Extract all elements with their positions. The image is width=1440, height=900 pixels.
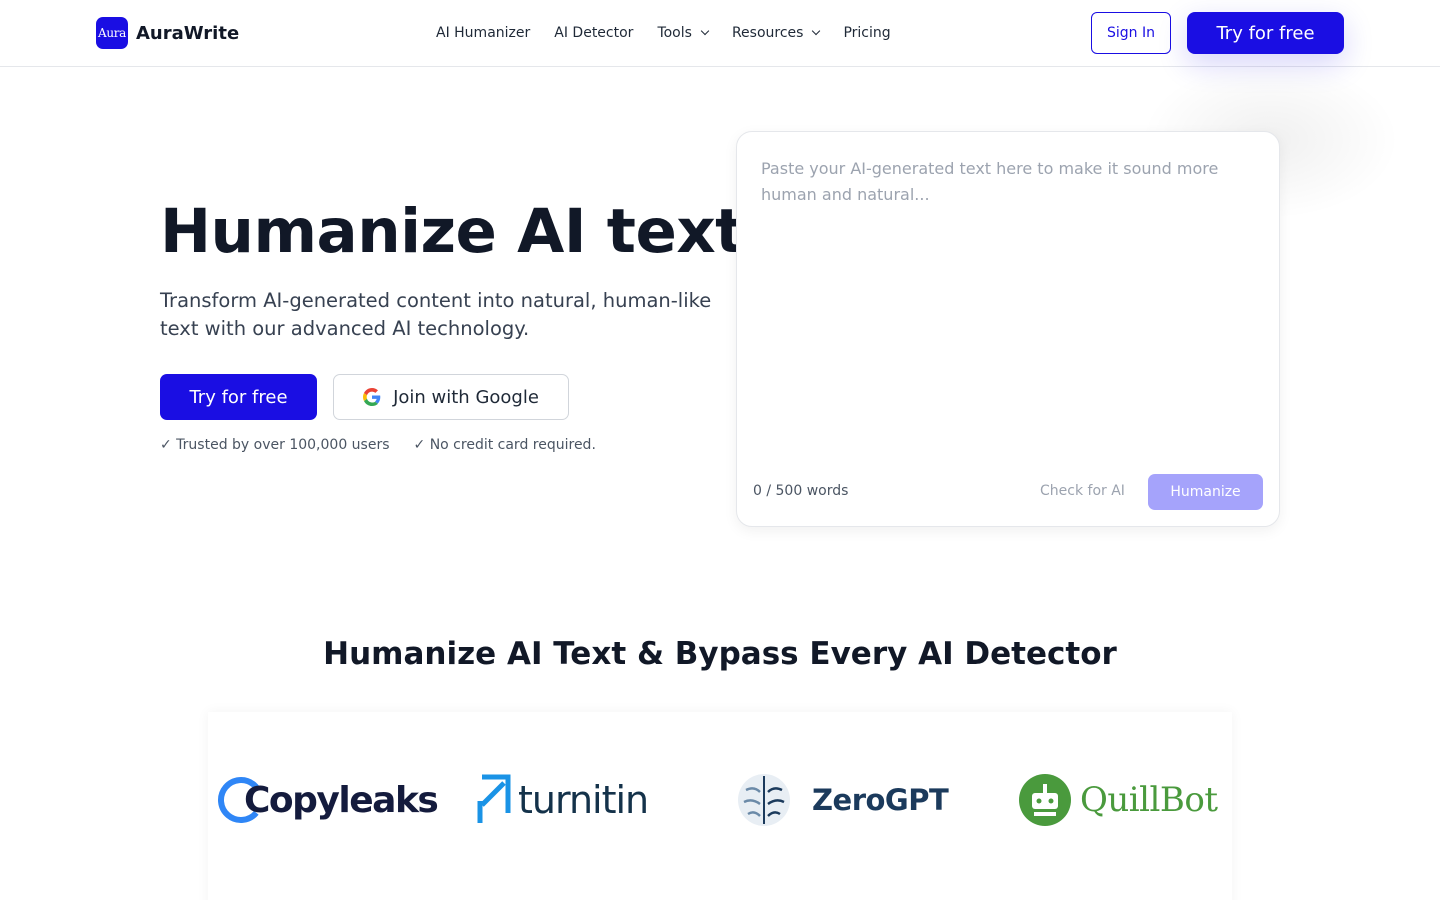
zerogpt-logo: ZeroGPT [736, 765, 949, 835]
turnitin-logo: turnitin [476, 765, 649, 835]
google-icon [363, 388, 381, 406]
brand-logo-mark: Aura [96, 17, 128, 49]
quillbot-logo: QuillBot [1018, 765, 1218, 835]
turnitin-wordmark: turnitin [518, 778, 649, 822]
word-count: 0 / 500 words [753, 483, 849, 499]
chevron-down-icon [700, 26, 710, 36]
turnitin-icon [477, 774, 511, 823]
nav-label: Resources [731, 25, 804, 41]
brand-name: AuraWrite [136, 22, 240, 44]
ai-text-input[interactable] [749, 144, 1267, 460]
sign-in-button[interactable]: Sign In [1091, 12, 1171, 54]
trust-badges: ✓ Trusted by over 100,000 users ✓ No cre… [160, 437, 596, 453]
nav-resources[interactable]: Resources [731, 22, 821, 44]
nav-label: Pricing [843, 25, 891, 41]
copyleaks-wordmark: Copyleaks [244, 779, 439, 821]
nav-ai-humanizer[interactable]: AI Humanizer [436, 22, 530, 44]
trust-users: ✓ Trusted by over 100,000 users [160, 437, 390, 453]
brain-icon [738, 774, 790, 826]
zerogpt-wordmark: ZeroGPT [812, 783, 949, 817]
header-try-free-button[interactable]: Try for free [1187, 12, 1344, 54]
detectors-section-title: Humanize AI Text & Bypass Every AI Detec… [323, 636, 1117, 672]
nav-label: AI Detector [554, 25, 634, 41]
nav-pricing[interactable]: Pricing [843, 22, 890, 44]
nav-label: Tools [657, 25, 692, 41]
copyleaks-logo: Copyleaks [216, 765, 439, 835]
check-for-ai-button[interactable]: Check for AI [1040, 483, 1125, 499]
hero-try-free-button[interactable]: Try for free [160, 374, 317, 420]
join-with-google-button[interactable]: Join with Google [333, 374, 569, 420]
nav-tools[interactable]: Tools [657, 22, 710, 44]
trust-no-card: ✓ No credit card required. [413, 437, 596, 453]
nav-ai-detector[interactable]: AI Detector [554, 22, 633, 44]
nav-label: AI Humanizer [436, 25, 531, 41]
site-header: Aura AuraWrite AI Humanizer AI Detector … [0, 0, 1440, 67]
quillbot-wordmark: QuillBot [1080, 780, 1218, 820]
humanize-button[interactable]: Humanize [1148, 474, 1263, 510]
chevron-down-icon [812, 26, 821, 36]
humanizer-editor-card: 0 / 500 words [736, 131, 1280, 527]
hero-subtitle: Transform AI-generated content into natu… [160, 289, 712, 340]
google-button-label: Join with Google [393, 386, 539, 408]
quillbot-icon [1019, 774, 1071, 826]
brand-logo[interactable]: Aura AuraWrite [96, 17, 239, 49]
main-nav: AI Humanizer AI Detector Tools Resources… [436, 22, 891, 44]
hero-title: Humanize AI text [160, 196, 744, 267]
